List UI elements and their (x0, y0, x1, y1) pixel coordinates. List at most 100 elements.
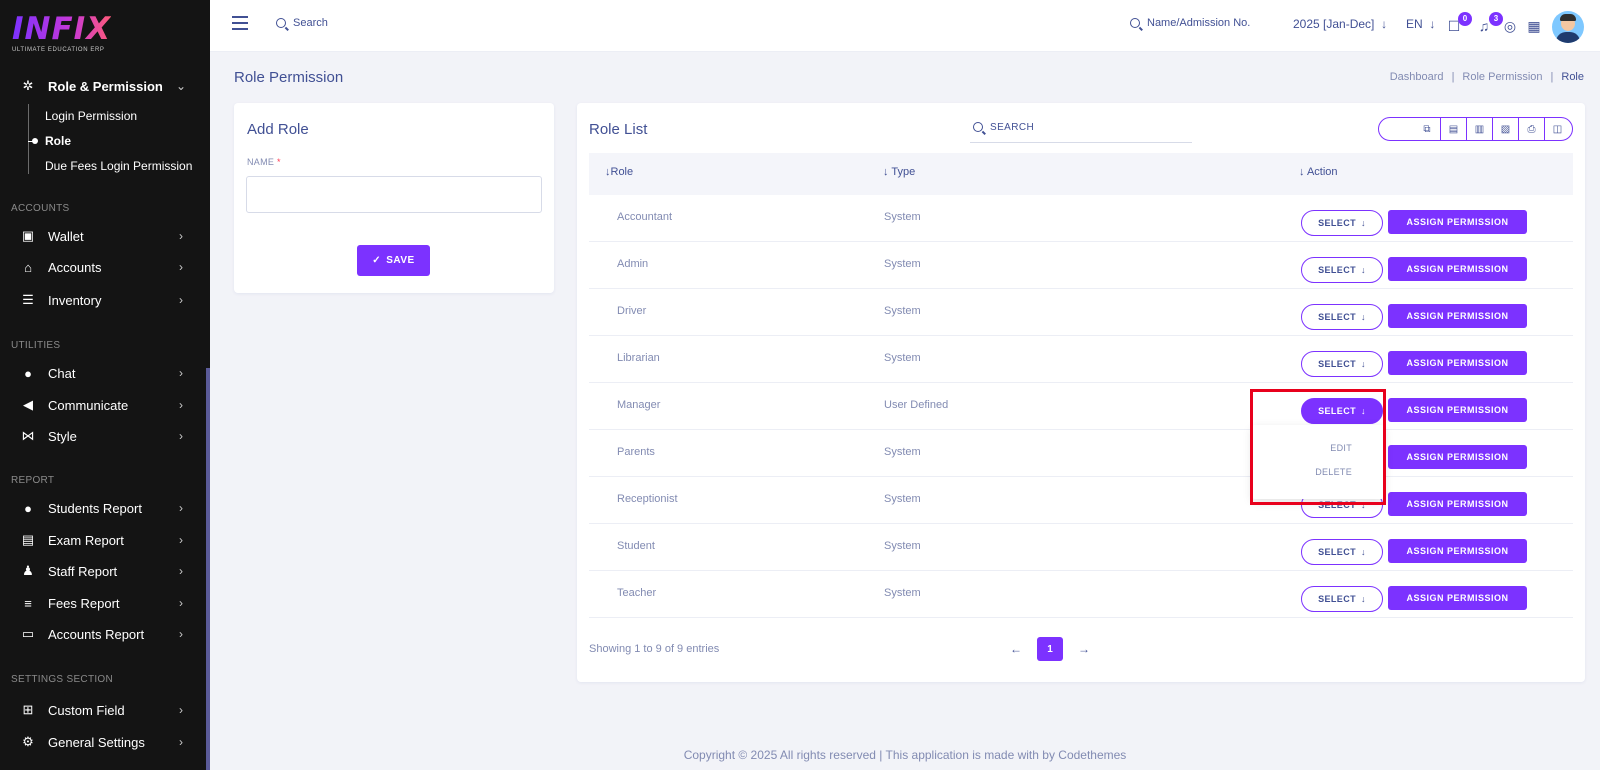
type-cell: System (884, 352, 921, 364)
brand-tagline: ULTIMATE EDUCATION ERP (12, 47, 105, 53)
column-header-action[interactable]: ↓ Action (1299, 166, 1338, 178)
sidebar-item-label: General Settings (48, 734, 145, 750)
sidebar-item-label: Custom Field (48, 702, 125, 718)
excel-icon[interactable]: ▤ (1440, 118, 1466, 140)
check-icon: ✓ (372, 255, 382, 266)
assign-permission-button[interactable]: ASSIGN PERMISSION (1388, 398, 1527, 422)
sidebar-item-role-permission[interactable]: ✲ Role & Permission ⌄ (0, 74, 206, 98)
chevron-down-icon: ⌄ (175, 79, 187, 93)
export-button-group: ⧉ ▤ ▥ ▧ ⎙ ◫ (1378, 117, 1573, 141)
select-button[interactable]: SELECT ↓ (1301, 257, 1383, 283)
role-cell: Manager (617, 399, 661, 411)
submenu-line (28, 104, 29, 174)
assign-permission-button[interactable]: ASSIGN PERMISSION (1388, 586, 1527, 610)
role-cell: Teacher (617, 587, 657, 599)
sidebar-subitem-due-fees-login-permission[interactable]: Due Fees Login Permission (45, 159, 192, 173)
assign-permission-button[interactable]: ASSIGN PERMISSION (1388, 445, 1527, 469)
megaphone-icon: ◀ (23, 397, 33, 412)
arrow-down-icon: ↓ (1361, 265, 1366, 275)
type-cell: System (884, 493, 921, 505)
users-icon: ● (24, 500, 32, 516)
select-button[interactable]: SELECT ↓ (1301, 210, 1383, 236)
assign-permission-button[interactable]: ASSIGN PERMISSION (1388, 210, 1527, 234)
admission-search-placeholder: Name/Admission No. (1147, 17, 1251, 29)
role-cell: Accountant (617, 211, 673, 223)
sidebar-item-accounts-report[interactable]: ▭ Accounts Report › (0, 622, 206, 646)
assign-permission-button[interactable]: ASSIGN PERMISSION (1388, 492, 1527, 516)
sidebar-item-label: Wallet (48, 228, 84, 244)
sidebar-item-style[interactable]: ⋈ Style › (0, 424, 206, 448)
column-label: Type (891, 166, 916, 178)
breadcrumb-dashboard[interactable]: Dashboard (1390, 71, 1444, 83)
sidebar-item-wallet[interactable]: ▣ Wallet › (0, 224, 206, 248)
sidebar-item-accounts[interactable]: ⌂ Accounts › (0, 255, 206, 279)
search-icon (1130, 18, 1140, 28)
avatar[interactable] (1552, 11, 1584, 43)
arrow-down-icon: ↓ (1361, 594, 1366, 604)
chevron-right-icon: › (179, 229, 183, 243)
chevron-right-icon: › (179, 260, 183, 274)
search-input[interactable]: Search (276, 17, 328, 29)
sidebar-item-staff-report[interactable]: ♟ Staff Report › (0, 559, 206, 583)
sidebar-subitem-login-permission[interactable]: Login Permission (45, 109, 137, 123)
assign-permission-button[interactable]: ASSIGN PERMISSION (1388, 539, 1527, 563)
table-row: Teacher System SELECT ↓ ASSIGN PERMISSION (589, 571, 1573, 618)
chevron-right-icon: › (179, 627, 183, 641)
message-count-badge: 0 (1458, 12, 1472, 26)
table-search-input[interactable]: SEARCH (970, 112, 1192, 143)
arrow-down-icon: ↓ (1377, 17, 1388, 31)
copy-icon[interactable]: ⧉ (1414, 118, 1440, 140)
sidebar-item-chat[interactable]: ● Chat › (0, 361, 206, 385)
money-icon: ▭ (21, 626, 35, 641)
sidebar-item-communicate[interactable]: ◀ Communicate › (0, 393, 206, 417)
logo[interactable]: INFIX ULTIMATE EDUCATION ERP (12, 12, 111, 53)
page-number-button[interactable]: 1 (1037, 637, 1063, 661)
type-cell: User Defined (884, 399, 949, 411)
globe-icon[interactable]: ◎ (1502, 18, 1518, 34)
required-mark: * (277, 157, 281, 167)
assign-permission-button[interactable]: ASSIGN PERMISSION (1388, 257, 1527, 281)
role-cell: Driver (617, 305, 647, 317)
sidebar-item-students-report[interactable]: ● Students Report › (0, 496, 206, 520)
select-button[interactable]: SELECT ↓ (1301, 304, 1383, 330)
pdf-icon[interactable]: ▧ (1492, 118, 1518, 140)
sidebar-item-inventory[interactable]: ☰ Inventory › (0, 288, 206, 312)
chevron-right-icon: › (179, 703, 183, 717)
save-button[interactable]: ✓ SAVE (357, 245, 430, 276)
sidebar-item-general-settings[interactable]: ⚙ General Settings › (0, 730, 206, 754)
sidebar-item-exam-report[interactable]: ▤ Exam Report › (0, 528, 206, 552)
table-row: Student System SELECT ↓ ASSIGN PERMISSION (589, 524, 1573, 571)
columns-icon[interactable]: ◫ (1544, 118, 1570, 140)
breadcrumb-role-permission[interactable]: Role Permission (1462, 71, 1542, 83)
type-cell: System (884, 258, 921, 270)
user-tie-icon: ♟ (22, 563, 34, 578)
admission-search-input[interactable]: Name/Admission No. (1130, 17, 1250, 29)
select-button[interactable]: SELECT ↓ (1301, 351, 1383, 377)
csv-icon[interactable]: ▥ (1466, 118, 1492, 140)
notification-count-badge: 3 (1489, 12, 1503, 26)
chevron-right-icon: › (179, 735, 183, 749)
assign-permission-button[interactable]: ASSIGN PERMISSION (1388, 304, 1527, 328)
print-icon[interactable]: ⎙ (1518, 118, 1544, 140)
name-field[interactable] (246, 176, 542, 213)
session-select[interactable]: 2025 [Jan-Dec] ↓ (1293, 17, 1387, 31)
sidebar-scrollbar[interactable] (206, 368, 210, 770)
sidebar-item-custom-field[interactable]: ⊞ Custom Field › (0, 698, 206, 722)
assign-permission-button[interactable]: ASSIGN PERMISSION (1388, 351, 1527, 375)
select-button[interactable]: SELECT ↓ (1301, 586, 1383, 612)
sidebar-item-fees-report[interactable]: ≡ Fees Report › (0, 591, 206, 615)
menu-toggle-icon[interactable] (232, 16, 248, 30)
sidebar-item-label: Role & Permission (48, 78, 163, 94)
calculator-icon[interactable]: ▦ (1526, 18, 1542, 34)
role-cell: Student (617, 540, 655, 552)
next-page-icon[interactable]: → (1075, 642, 1093, 656)
role-cell: Receptionist (617, 493, 678, 505)
column-header-role[interactable]: ↓Role (605, 166, 633, 178)
select-button[interactable]: SELECT ↓ (1301, 539, 1383, 565)
column-header-type[interactable]: ↓ Type (883, 166, 915, 178)
language-select[interactable]: EN ↓ (1406, 17, 1435, 31)
sidebar-subitem-role[interactable]: Role (45, 134, 71, 148)
prev-page-icon[interactable]: ← (1007, 642, 1025, 656)
section-title-utilities: UTILITIES (11, 340, 61, 351)
inventory-icon: ☰ (22, 292, 34, 307)
